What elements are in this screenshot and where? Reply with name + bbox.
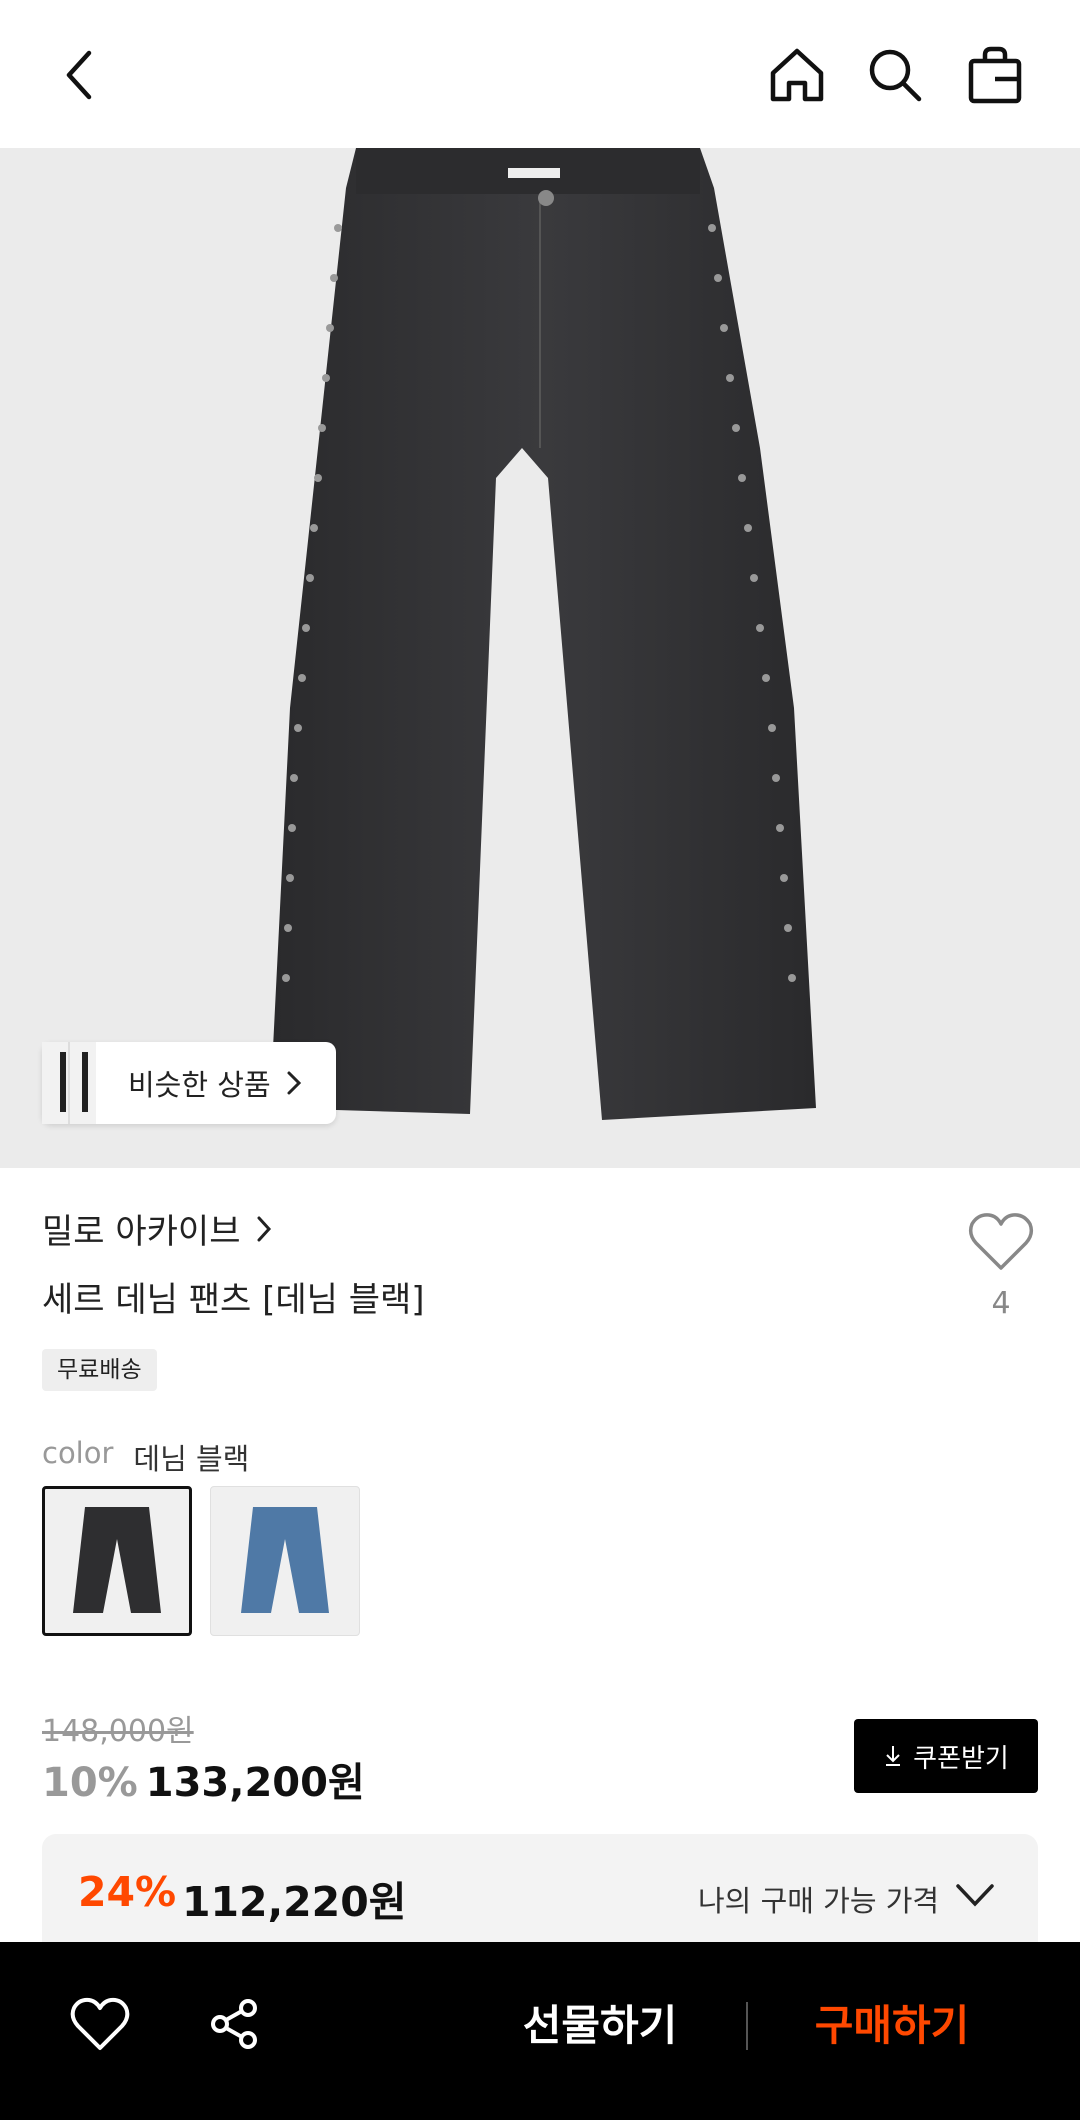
color-label: color [42,1436,114,1470]
home-button[interactable] [762,40,832,110]
chevron-right-icon [257,1216,271,1241]
jeans-image [270,148,816,1120]
share-button[interactable] [206,1996,266,2056]
swatch-blue-image [241,1507,329,1613]
brand-name: 밀로 아카이브 [42,1212,241,1252]
download-icon [886,1746,901,1766]
best-price-value: 112,220원 [182,1878,407,1926]
heart-icon [70,1997,130,2050]
top-header [0,0,1080,148]
swatch-black-image [73,1507,161,1613]
bottom-action-bar: 선물하기 구매하기 [0,1942,1080,2120]
wishlist-button[interactable] [70,1996,130,2056]
coupon-label: 쿠폰받기 [913,1743,1009,1774]
brand-link[interactable]: 밀로 아카이브 [42,1204,279,1253]
shipping-badge: 무료배송 [42,1349,157,1391]
original-price: 148,000원 [42,1714,194,1749]
bottom-divider [746,2002,748,2050]
similar-thumbnail [42,1042,96,1124]
discount-rate: 10% [42,1760,138,1806]
discount-row: 10% 133,200원 [42,1750,365,1808]
coupon-button[interactable]: 쿠폰받기 [854,1719,1038,1793]
color-swatch-blue[interactable] [210,1486,360,1636]
color-option-row: color 데님 블랙 [42,1436,249,1478]
cart-button[interactable] [960,40,1030,110]
heart-icon [968,1213,1034,1270]
best-price-rate: 24% [78,1868,177,1916]
chevron-down-icon [956,1884,994,1907]
color-value: 데님 블랙 [133,1442,250,1476]
like-count: 4 [991,1286,1011,1321]
chevron-right-icon [287,1071,301,1095]
gift-button[interactable]: 선물하기 [480,1972,720,2072]
shopping-bag-icon [968,46,1022,104]
share-icon [211,1999,257,2049]
buy-button[interactable]: 구매하기 [772,1972,1012,2072]
color-swatch-black[interactable] [42,1486,192,1636]
similar-products-button[interactable]: 비슷한 상품 [42,1042,336,1124]
discount-price: 133,200원 [145,1760,365,1806]
back-button[interactable] [44,40,114,110]
similar-products-label: 비슷한 상품 [128,1068,271,1102]
like-button[interactable]: 4 [962,1212,1040,1321]
search-button[interactable] [860,40,930,110]
product-title: 세르 데님 팬츠 [데님 블랙] [42,1280,425,1320]
search-icon [869,49,922,102]
chevron-left-icon [66,50,92,100]
home-icon [770,48,824,102]
best-price-label: 나의 구매 가능 가격 [698,1884,940,1918]
product-image[interactable]: 비슷한 상품 [0,148,1080,1168]
